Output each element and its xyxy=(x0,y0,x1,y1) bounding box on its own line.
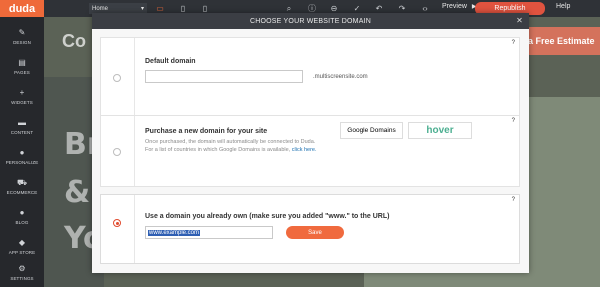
sidebar-item-label: ECOMMERCE xyxy=(6,189,38,195)
page-selector-value: Home xyxy=(92,5,109,12)
default-domain-title: Default domain xyxy=(145,58,196,65)
hover-logo: hover xyxy=(426,125,454,136)
hover-button[interactable]: hover xyxy=(408,122,472,139)
person-icon: ● xyxy=(19,147,25,157)
own-domain-title: Use a domain you already own (make sure … xyxy=(145,213,390,220)
site-heading-fragment: Co xyxy=(62,31,86,51)
sidebar-item-personalize[interactable]: ● PERSONALIZE xyxy=(0,141,44,171)
click-here-link[interactable]: click here. xyxy=(292,147,317,153)
sidebar-item-content[interactable]: ▬ CONTENT xyxy=(0,111,44,141)
appstore-icon: ◆ xyxy=(18,237,26,247)
sidebar-item-label: CONTENT xyxy=(10,129,34,135)
hero-text-line-2: & xyxy=(64,175,91,210)
brush-icon: ✎ xyxy=(18,27,26,37)
preview-button[interactable]: Preview ▶ xyxy=(442,3,476,10)
plus-icon: + xyxy=(19,87,25,97)
domain-modal: CHOOSE YOUR WEBSITE DOMAIN ✕ ? Default d… xyxy=(92,13,529,273)
cart-icon: ⛟ xyxy=(16,177,28,187)
sidebar-item-label: APP STORE xyxy=(8,249,36,255)
default-domain-option[interactable]: ? Default domain .multiscreensite.com xyxy=(100,37,520,117)
sidebar-item-label: PERSONALIZE xyxy=(5,159,39,165)
purchase-domain-title: Purchase a new domain for your site xyxy=(145,128,268,135)
chevron-down-icon: ▾ xyxy=(140,6,144,12)
sidebar-item-label: BLOG xyxy=(15,219,29,225)
radio-column xyxy=(101,195,135,263)
google-domains-button[interactable]: Google Domains xyxy=(340,122,403,139)
own-domain-input-value: www.example.com xyxy=(148,229,201,236)
sidebar-item-label: DESIGN xyxy=(13,39,31,45)
purchase-domain-option[interactable]: ? Purchase a new domain for your site On… xyxy=(100,115,520,187)
help-button[interactable]: Help xyxy=(556,3,570,10)
free-estimate-button[interactable]: a Free Estimate xyxy=(524,27,600,55)
sidebar-item-label: SETTINGS xyxy=(10,275,34,281)
help-icon[interactable]: ? xyxy=(512,197,515,203)
left-sidebar: ✎ DESIGN ▤ PAGES + WIDGETS ▬ CONTENT ● P… xyxy=(0,17,44,287)
modal-header: CHOOSE YOUR WEBSITE DOMAIN ✕ xyxy=(92,13,529,29)
domain-suffix: .multiscreensite.com xyxy=(313,74,368,80)
sidebar-item-design[interactable]: ✎ DESIGN xyxy=(0,21,44,51)
sidebar-item-widgets[interactable]: + WIDGETS xyxy=(0,81,44,111)
default-domain-radio[interactable] xyxy=(113,74,121,82)
google-domains-logo: Google Domains xyxy=(347,127,396,134)
description-line-2: For a list of countries in which Google … xyxy=(145,146,317,154)
pages-icon: ▤ xyxy=(18,57,26,67)
description-line-1: Once purchased, the domain will automati… xyxy=(145,139,316,145)
help-icon[interactable]: ? xyxy=(512,118,515,124)
sidebar-item-label: WIDGETS xyxy=(11,99,33,105)
description-line-2-text: For a list of countries in which Google … xyxy=(145,147,291,153)
modal-title: CHOOSE YOUR WEBSITE DOMAIN xyxy=(250,17,371,25)
own-domain-input[interactable]: www.example.com xyxy=(145,226,273,239)
own-domain-radio[interactable] xyxy=(113,219,121,227)
folder-icon: ▬ xyxy=(18,117,26,127)
chat-icon: ● xyxy=(19,207,25,217)
sidebar-item-label: PAGES xyxy=(14,69,30,75)
sidebar-item-pages[interactable]: ▤ PAGES xyxy=(0,51,44,81)
own-domain-option[interactable]: ? Use a domain you already own (make sur… xyxy=(100,194,520,264)
preview-label: Preview xyxy=(442,3,467,10)
gear-icon: ⚙ xyxy=(18,263,26,273)
close-icon[interactable]: ✕ xyxy=(516,16,523,25)
save-button[interactable]: Save xyxy=(286,226,344,239)
sidebar-item-settings[interactable]: ⚙ SETTINGS xyxy=(0,257,44,287)
default-domain-input[interactable] xyxy=(145,70,303,83)
sidebar-item-ecommerce[interactable]: ⛟ ECOMMERCE xyxy=(0,171,44,201)
sidebar-item-blog[interactable]: ● BLOG xyxy=(0,201,44,231)
help-icon[interactable]: ? xyxy=(512,40,515,46)
purchase-domain-radio[interactable] xyxy=(113,148,121,156)
purchase-domain-description: Once purchased, the domain will automati… xyxy=(145,138,317,154)
duda-logo: duda xyxy=(0,0,44,17)
radio-column xyxy=(101,38,135,116)
radio-column xyxy=(101,116,135,186)
